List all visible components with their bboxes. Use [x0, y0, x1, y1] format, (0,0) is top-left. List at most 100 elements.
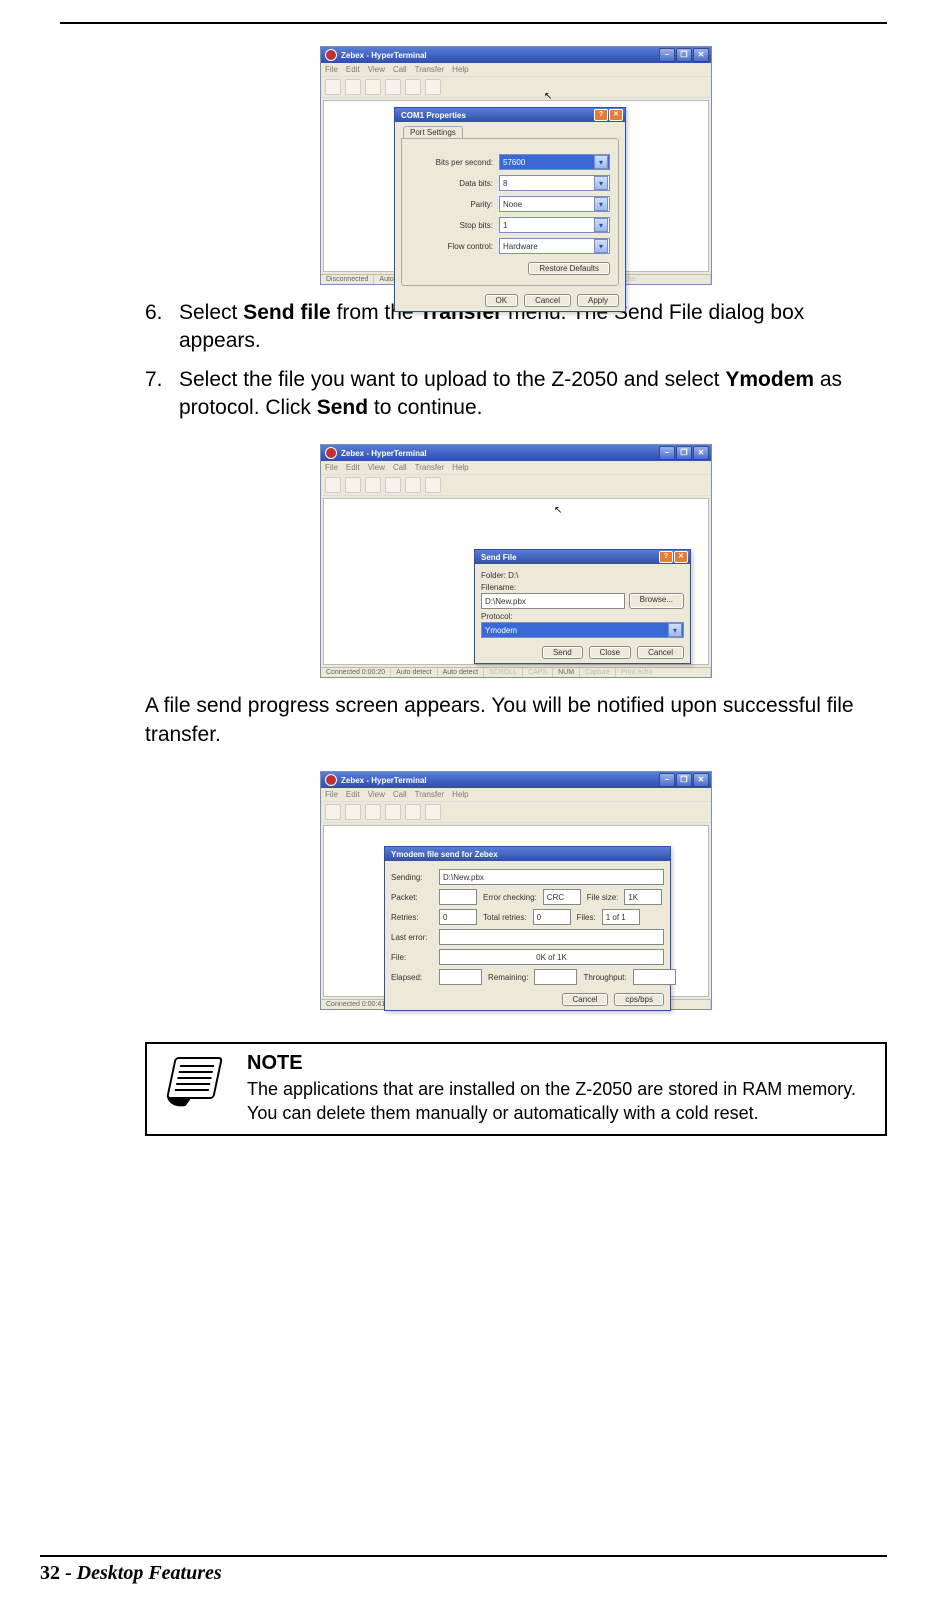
cpsbps-button[interactable]: cps/bps — [614, 993, 664, 1006]
menu-view[interactable]: View — [368, 463, 385, 472]
dialog-title: COM1 Properties — [401, 111, 466, 120]
toolbar-button[interactable] — [385, 804, 401, 820]
menu-call[interactable]: Call — [393, 463, 407, 472]
toolbar — [321, 76, 711, 98]
menu-edit[interactable]: Edit — [346, 790, 360, 799]
status-connection: Connected 0:00:20 — [321, 668, 391, 677]
note-box: NOTE The applications that are installed… — [145, 1042, 887, 1136]
close-button[interactable]: ✕ — [693, 48, 709, 62]
flowcontrol-combo[interactable]: Hardware▾ — [499, 238, 610, 254]
databits-combo[interactable]: 8▾ — [499, 175, 610, 191]
close-button[interactable]: ✕ — [609, 109, 623, 121]
note-body: The applications that are installed on t… — [247, 1077, 873, 1126]
protocol-combo[interactable]: Ymodem▾ — [481, 622, 684, 638]
toolbar-button[interactable] — [405, 79, 421, 95]
menu-transfer[interactable]: Transfer — [415, 790, 445, 799]
elapsed-field — [439, 969, 482, 985]
send-button[interactable]: Send — [542, 646, 583, 659]
menu-edit[interactable]: Edit — [346, 463, 360, 472]
menu-file[interactable]: File — [325, 65, 338, 74]
cancel-button[interactable]: Cancel — [524, 294, 571, 307]
close-dialog-button[interactable]: Close — [589, 646, 631, 659]
filesize-label: File size: — [587, 893, 619, 902]
menu-bar: File Edit View Call Transfer Help — [321, 461, 711, 474]
menu-transfer[interactable]: Transfer — [415, 463, 445, 472]
status-capture: Capture — [580, 668, 616, 677]
menu-transfer[interactable]: Transfer — [415, 65, 445, 74]
status-bar: Connected 0:00:20 Auto detect Auto detec… — [321, 667, 711, 677]
maximize-button[interactable]: ❐ — [676, 48, 692, 62]
toolbar-button[interactable] — [365, 477, 381, 493]
toolbar-button[interactable] — [365, 79, 381, 95]
toolbar — [321, 801, 711, 823]
toolbar-button[interactable] — [405, 477, 421, 493]
errchk-label: Error checking: — [483, 893, 537, 902]
file-progress-bar: 0K of 1K — [439, 949, 664, 965]
client-area: ↖ COM1 Properties ?✕ Port Settings Bits … — [323, 100, 709, 272]
toolbar-button[interactable] — [405, 804, 421, 820]
maximize-button[interactable]: ❐ — [676, 773, 692, 787]
menu-edit[interactable]: Edit — [346, 65, 360, 74]
cancel-button[interactable]: Cancel — [637, 646, 684, 659]
protocol-label: Protocol: — [481, 612, 684, 621]
menu-file[interactable]: File — [325, 790, 338, 799]
status-scroll: SCROLL — [484, 668, 523, 677]
browse-button[interactable]: Browse... — [629, 593, 684, 609]
close-button[interactable]: ✕ — [693, 773, 709, 787]
cancel-button[interactable]: Cancel — [562, 993, 609, 1006]
menu-view[interactable]: View — [368, 65, 385, 74]
close-button[interactable]: ✕ — [674, 551, 688, 563]
help-button[interactable]: ? — [594, 109, 608, 121]
hyperterminal-window-2: Zebex - HyperTerminal – ❐ ✕ File Edit Vi… — [320, 444, 712, 678]
filesize-field: 1K — [624, 889, 662, 905]
minimize-button[interactable]: – — [659, 773, 675, 787]
menu-file[interactable]: File — [325, 463, 338, 472]
close-button[interactable]: ✕ — [693, 446, 709, 460]
toolbar-button[interactable] — [385, 477, 401, 493]
filename-field[interactable]: D:\New.pbx — [481, 593, 625, 609]
menu-help[interactable]: Help — [452, 790, 468, 799]
file-label: File: — [391, 953, 433, 962]
minimize-button[interactable]: – — [659, 48, 675, 62]
toolbar-button[interactable] — [425, 79, 441, 95]
remaining-field — [534, 969, 577, 985]
client-area: ↖ Send File ?✕ Folder: D:\ Filename: D:\… — [323, 498, 709, 665]
toolbar-button[interactable] — [365, 804, 381, 820]
chevron-down-icon: ▾ — [668, 623, 682, 637]
restore-defaults-button[interactable]: Restore Defaults — [528, 262, 610, 275]
menu-help[interactable]: Help — [452, 65, 468, 74]
chevron-down-icon: ▾ — [594, 155, 608, 169]
chevron-down-icon: ▾ — [594, 239, 608, 253]
menu-view[interactable]: View — [368, 790, 385, 799]
menu-help[interactable]: Help — [452, 463, 468, 472]
maximize-button[interactable]: ❐ — [676, 446, 692, 460]
page-footer: 32 - Desktop Features — [40, 1562, 222, 1585]
footer-rule — [40, 1555, 887, 1557]
toolbar-button[interactable] — [385, 79, 401, 95]
note-icon — [159, 1052, 229, 1117]
toolbar-button[interactable] — [325, 804, 341, 820]
toolbar-button[interactable] — [425, 804, 441, 820]
send-file-dialog: Send File ?✕ Folder: D:\ Filename: D:\Ne… — [474, 549, 691, 664]
dialog-title: Send File — [481, 553, 517, 562]
toolbar-button[interactable] — [325, 79, 341, 95]
toolbar-button[interactable] — [345, 804, 361, 820]
menu-call[interactable]: Call — [393, 65, 407, 74]
toolbar-button[interactable] — [345, 477, 361, 493]
apply-button[interactable]: Apply — [577, 294, 619, 307]
status-autodetect: Auto detect — [391, 668, 437, 677]
files-label: Files: — [577, 913, 596, 922]
stopbits-combo[interactable]: 1▾ — [499, 217, 610, 233]
tab-port-settings[interactable]: Port Settings — [403, 126, 463, 138]
bps-combo[interactable]: 57600▾ — [499, 154, 610, 170]
menu-call[interactable]: Call — [393, 790, 407, 799]
toolbar-button[interactable] — [325, 477, 341, 493]
dialog-titlebar: Send File ?✕ — [475, 550, 690, 564]
help-button[interactable]: ? — [659, 551, 673, 563]
toolbar-button[interactable] — [425, 477, 441, 493]
minimize-button[interactable]: – — [659, 446, 675, 460]
parity-combo[interactable]: None▾ — [499, 196, 610, 212]
ok-button[interactable]: OK — [485, 294, 519, 307]
toolbar-button[interactable] — [345, 79, 361, 95]
cursor-icon: ↖ — [544, 91, 552, 102]
